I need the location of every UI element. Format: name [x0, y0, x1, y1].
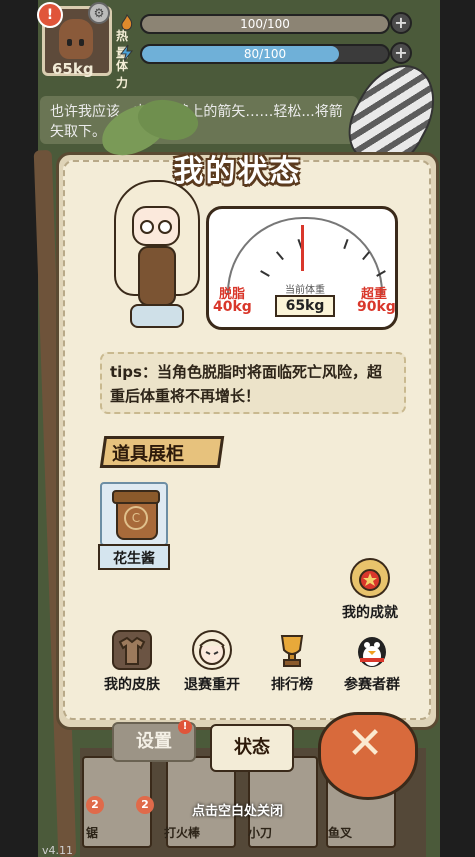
- stamina-value: 80/100: [243, 47, 287, 61]
- avatar-eye-left: [67, 39, 72, 46]
- gear-icon[interactable]: ⚙: [88, 2, 110, 24]
- settings-alert-badge: !: [178, 720, 192, 734]
- character-eye-left: [140, 220, 154, 234]
- trophy-icon: [272, 630, 312, 670]
- alert-badge[interactable]: !: [37, 2, 63, 28]
- scale-tick: [376, 270, 386, 277]
- current-weight-label: 当前体重: [285, 285, 325, 296]
- slot-name: 鱼叉: [328, 826, 353, 840]
- right-letterbox: [440, 0, 475, 857]
- version-label: v4.11: [42, 844, 74, 857]
- background-hint-dialog: 也许我应该...中箭松鸡上的箭矢……轻松...将箭矢取下。: [40, 96, 358, 144]
- scale-tick: [260, 270, 270, 277]
- group-label: 参赛者群: [344, 677, 400, 693]
- character-body: [138, 246, 176, 306]
- stamina-bar: 80/100: [140, 44, 390, 64]
- achievements-label: 我的成就: [342, 605, 398, 621]
- hud-weight: 65kg: [52, 60, 94, 78]
- avatar-eye-right: [79, 39, 84, 46]
- item-name: 花生酱: [98, 544, 170, 570]
- leaderboard-button[interactable]: 排行榜: [252, 630, 332, 693]
- slot-name: 小刀: [248, 826, 273, 840]
- high-weight-value: 90kg: [357, 299, 396, 315]
- close-icon[interactable]: ✕: [318, 718, 412, 769]
- character-eye-right: [158, 220, 172, 234]
- restart-button[interactable]: 退赛重开: [172, 630, 252, 693]
- stamina-label: 体力: [116, 59, 129, 90]
- achievements-button[interactable]: 我的成就: [330, 558, 410, 621]
- jar-lid: [112, 490, 160, 504]
- tips-text: tips：当角色脱脂时将面临死亡风险，超重后体重将不再增长！: [100, 352, 406, 414]
- slot-name: 打火棒: [164, 826, 201, 840]
- tab-status[interactable]: 状态: [210, 724, 294, 772]
- leaderboard-label: 排行榜: [271, 677, 313, 693]
- close-hint: 点击空白处关闭: [191, 804, 283, 819]
- character-face: [132, 206, 180, 246]
- jar-label: C: [124, 506, 148, 530]
- scale-tick: [343, 239, 349, 250]
- avatar-face: [59, 19, 93, 59]
- scale-needle: [301, 225, 304, 271]
- penguin-icon: [352, 630, 392, 670]
- slot-name: 锯: [86, 826, 99, 840]
- left-letterbox: [0, 0, 38, 857]
- low-weight-value: 40kg: [213, 299, 252, 315]
- skins-button[interactable]: 我的皮肤: [92, 630, 172, 693]
- heat-value: 100/100: [240, 17, 290, 31]
- showcase-title: 道具展柜: [112, 444, 184, 465]
- restart-label: 退赛重开: [184, 677, 240, 693]
- medal-icon: [350, 558, 390, 598]
- restart-character-icon: [192, 630, 232, 670]
- clothes-icon: [112, 630, 152, 670]
- current-weight-value: 65kg: [275, 295, 335, 317]
- group-button[interactable]: 参赛者群: [332, 630, 412, 693]
- scale-tick: [362, 251, 371, 261]
- add-heat-button[interactable]: +: [390, 12, 412, 34]
- item-slot-peanut-butter[interactable]: C: [100, 482, 168, 546]
- panel-title: 我的状态: [173, 154, 302, 189]
- character-figure: [108, 176, 200, 330]
- add-stamina-button[interactable]: +: [390, 42, 412, 64]
- weight-scale: 当前体重 65kg 脱脂 40kg 超重 90kg: [206, 206, 398, 330]
- skins-label: 我的皮肤: [104, 677, 160, 693]
- character-stand: [130, 304, 184, 328]
- heat-bar: 100/100: [140, 14, 390, 34]
- scale-tick: [275, 251, 284, 261]
